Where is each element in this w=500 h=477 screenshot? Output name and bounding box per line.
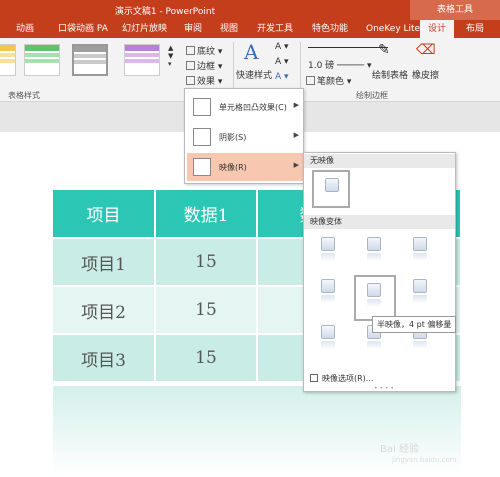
- reflection-variant-option[interactable]: [310, 273, 348, 311]
- tab-developer[interactable]: 开发工具: [257, 20, 293, 38]
- table-header-cell[interactable]: 项目: [53, 190, 156, 239]
- text-fill-icon[interactable]: A ▾: [275, 42, 289, 52]
- quick-styles-button[interactable]: 快速样式: [236, 68, 272, 81]
- table-style-swatch[interactable]: [0, 44, 16, 76]
- borders-label: 边框: [197, 62, 216, 72]
- reflection-variants-header: 映像变体: [304, 215, 455, 229]
- menu-item-label: 映像(R): [219, 163, 247, 172]
- chevron-right-icon: ▶: [293, 131, 299, 139]
- reflection-options-icon: [310, 374, 318, 382]
- pen-weight-value: 1.0 磅: [308, 61, 335, 71]
- reflection-variant-option[interactable]: [310, 319, 348, 357]
- reflection-icon: [193, 158, 211, 176]
- borders-button[interactable]: 边框 ▾: [186, 59, 222, 72]
- tooltip: 半映像，4 pt 偏移量: [372, 316, 457, 333]
- menu-item-label: 单元格凹凸效果(C): [219, 103, 287, 112]
- reflection-variant-option[interactable]: [402, 231, 440, 269]
- menu-item-cell-bevel[interactable]: 单元格凹凸效果(C) ▶: [187, 93, 303, 121]
- tab-view[interactable]: 视图: [220, 20, 238, 38]
- draw-table-button[interactable]: 绘制表格: [372, 68, 408, 81]
- table-header-cell[interactable]: 数据1: [155, 190, 258, 239]
- reflection-options-label: 映像选项(R)...: [322, 374, 374, 383]
- context-tab-label: 表格工具: [410, 0, 500, 20]
- ribbon-tabs: 动画 口袋动画 PA 幻灯片放映 审阅 视图 开发工具 特色功能 OneKey …: [0, 20, 500, 38]
- shadow-icon: [193, 128, 211, 146]
- table-cell[interactable]: 项目1: [53, 238, 156, 287]
- table-style-swatch[interactable]: [24, 44, 60, 76]
- pen-color-icon: [306, 76, 315, 85]
- tab-pocket-animation[interactable]: 口袋动画 PA: [58, 20, 108, 38]
- pen-color-label: 笔颜色: [317, 77, 345, 87]
- table-cell[interactable]: 15: [155, 334, 258, 383]
- resize-grip-icon[interactable]: • • • •: [374, 385, 394, 392]
- menu-item-reflection[interactable]: 映像(R) ▶: [187, 153, 303, 181]
- watermark-url: jingyan.baidu.com: [392, 456, 457, 464]
- gallery-scroll-icon[interactable]: ▲ ▼ ▾: [168, 44, 173, 68]
- tab-layout[interactable]: 布局: [466, 20, 484, 38]
- pen-color-button[interactable]: 笔颜色 ▾: [306, 74, 351, 87]
- borders-icon: [186, 61, 195, 70]
- reflection-options-link[interactable]: 映像选项(R)...: [310, 373, 373, 384]
- menu-item-shadow[interactable]: 阴影(S) ▶: [187, 123, 303, 151]
- effects-icon: [186, 76, 195, 85]
- watermark-logo: Bai 经验: [380, 444, 419, 455]
- shading-label: 底纹: [197, 47, 216, 57]
- title-bar: 演示文稿1 - PowerPoint 表格工具: [0, 0, 500, 20]
- tab-onekey[interactable]: OneKey Lite: [366, 20, 420, 38]
- tab-animations[interactable]: 动画: [16, 20, 34, 38]
- table-cell[interactable]: 项目2: [53, 286, 156, 335]
- quick-styles-icon[interactable]: A: [244, 40, 258, 64]
- table-cell[interactable]: 15: [155, 238, 258, 287]
- cell-bevel-icon: [193, 98, 211, 116]
- reflection-gallery: 无映像 映像变体 映像选项(R)... • • • •: [303, 152, 456, 392]
- tab-design[interactable]: 设计: [420, 20, 455, 38]
- no-reflection-header: 无映像: [304, 154, 455, 168]
- chevron-right-icon: ▶: [293, 101, 299, 109]
- eraser-button[interactable]: 橡皮擦: [412, 68, 439, 81]
- table-cell[interactable]: 项目3: [53, 334, 156, 383]
- reflection-variant-option[interactable]: [402, 273, 440, 311]
- eraser-icon[interactable]: ⌫: [416, 42, 436, 58]
- pen-weight-select[interactable]: 1.0 磅 ───── ▾: [308, 58, 372, 71]
- effects-button[interactable]: 效果 ▾: [186, 74, 222, 87]
- tab-special[interactable]: 特色功能: [312, 20, 348, 38]
- chevron-right-icon: ▶: [293, 161, 299, 169]
- table-style-swatch[interactable]: [124, 44, 160, 76]
- no-reflection-option[interactable]: [312, 170, 350, 208]
- tab-review[interactable]: 审阅: [184, 20, 202, 38]
- table-styles-group-label: 表格样式: [8, 91, 40, 100]
- text-effects-icon[interactable]: A ▾: [275, 72, 289, 82]
- pen-style-line[interactable]: [308, 47, 388, 48]
- effects-label: 效果: [197, 77, 216, 87]
- text-outline-icon[interactable]: A ▾: [275, 57, 289, 67]
- shading-icon: [186, 46, 195, 55]
- tab-slideshow[interactable]: 幻灯片放映: [122, 20, 167, 38]
- draw-table-icon[interactable]: ✎: [378, 42, 390, 58]
- shading-button[interactable]: 底纹 ▾: [186, 44, 222, 57]
- reflection-variant-option[interactable]: [356, 231, 394, 269]
- reflection-variant-option-selected[interactable]: [354, 275, 396, 321]
- table-cell[interactable]: 15: [155, 286, 258, 335]
- menu-item-label: 阴影(S): [219, 133, 247, 142]
- effects-menu: 单元格凹凸效果(C) ▶ 阴影(S) ▶ 映像(R) ▶: [184, 88, 304, 184]
- reflection-variant-option[interactable]: [310, 231, 348, 269]
- draw-borders-group-label: 绘制边框: [356, 91, 388, 100]
- window-title: 演示文稿1 - PowerPoint: [114, 7, 216, 17]
- table-style-swatch-selected[interactable]: [72, 44, 108, 76]
